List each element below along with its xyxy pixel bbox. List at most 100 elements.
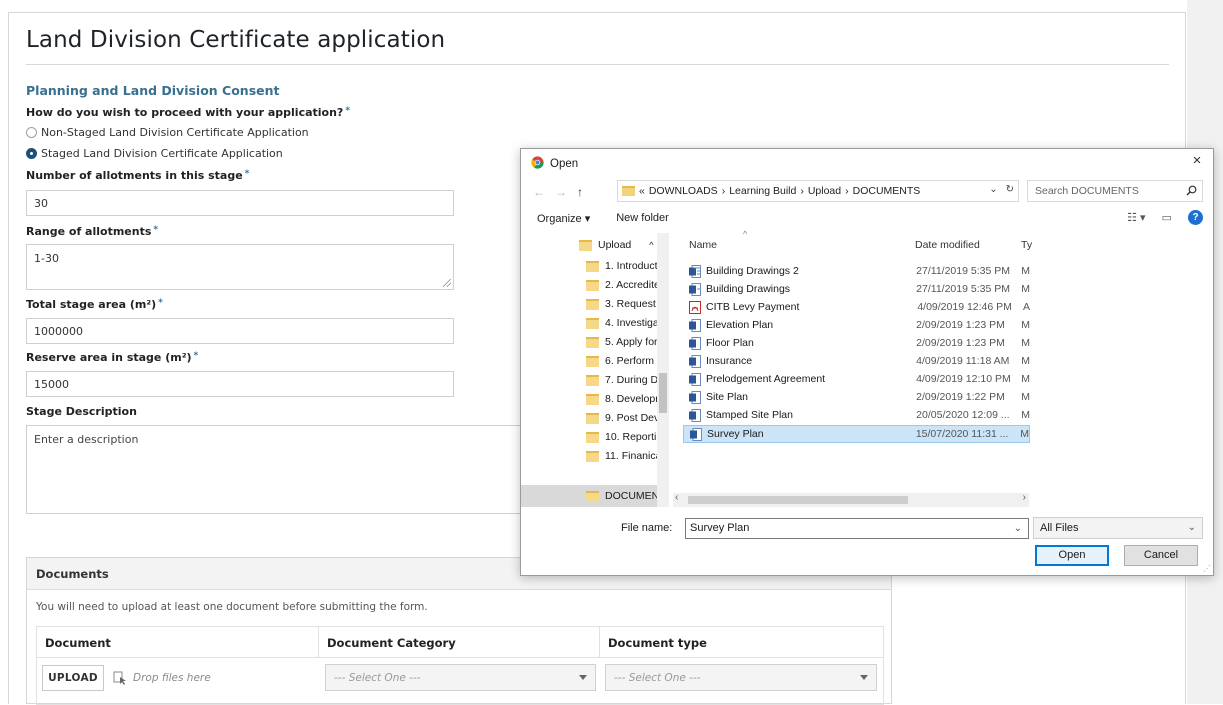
column-name[interactable]: Name: [689, 239, 717, 251]
up-arrow-icon[interactable]: ↑: [577, 185, 583, 199]
chevron-down-icon: [860, 675, 868, 680]
tree-item-folder[interactable]: 1. Introduct: [586, 260, 658, 272]
radio-staged[interactable]: Staged Land Division Certificate Applica…: [26, 147, 283, 160]
breadcrumb-learning-build[interactable]: Learning Build: [729, 185, 796, 197]
document-category-select[interactable]: --- Select One ---: [325, 664, 596, 691]
breadcrumb-documents[interactable]: DOCUMENTS: [853, 185, 921, 197]
file-type: M: [1021, 283, 1030, 295]
scrollbar-thumb[interactable]: [688, 496, 908, 504]
back-arrow-icon[interactable]: ←: [533, 185, 545, 199]
tree-item-folder[interactable]: 8. Developr: [586, 393, 659, 405]
total-area-label-text: Total stage area (m²): [26, 298, 157, 311]
tree-item-folder[interactable]: 11. Finanica: [586, 450, 661, 462]
scroll-left-icon[interactable]: ‹: [675, 492, 678, 503]
tree-item-label: 2. Accredite: [605, 279, 660, 291]
file-date: 27/11/2019 5:35 PM: [916, 265, 1010, 277]
file-row[interactable]: Building Drawings 27/11/2019 5:35 PM M: [683, 280, 1030, 298]
radio-label: Staged Land Division Certificate Applica…: [41, 147, 283, 160]
documents-help-text: You will need to upload at least one doc…: [36, 601, 428, 613]
search-input[interactable]: Search DOCUMENTS: [1027, 180, 1203, 202]
word-doc-icon: [689, 372, 701, 386]
description-textarea[interactable]: Enter a description: [26, 425, 526, 514]
scrollbar-thumb[interactable]: [659, 373, 667, 413]
view-options-icon[interactable]: ☷ ▾: [1127, 211, 1145, 224]
reserve-area-input[interactable]: 15000: [26, 371, 454, 397]
word-doc-icon: [689, 336, 701, 350]
help-icon[interactable]: ?: [1188, 210, 1203, 225]
organize-menu[interactable]: Organize ▾: [537, 212, 590, 225]
column-document-category: Document Category: [319, 627, 600, 658]
word-doc-icon: [690, 427, 702, 441]
file-row[interactable]: Elevation Plan 2/09/2019 1:23 PM M: [683, 316, 1030, 334]
tree-item-documents[interactable]: DOCUMEN: [586, 490, 659, 502]
file-date: 4/09/2019 11:18 AM: [916, 355, 1010, 367]
size-grip-icon[interactable]: ⋰: [1203, 564, 1211, 573]
chevron-down-icon[interactable]: ⌄: [1014, 523, 1022, 534]
word-doc-icon: [689, 318, 701, 332]
breadcrumb-sep: ›: [721, 185, 726, 197]
scroll-right-icon[interactable]: ›: [1023, 492, 1026, 503]
nav-arrows: ← → ↑: [533, 185, 583, 199]
range-textarea[interactable]: 1-30: [26, 244, 454, 290]
file-date: 2/09/2019 1:23 PM: [916, 337, 1005, 349]
tree-item-folder[interactable]: 9. Post Dev: [586, 412, 659, 424]
filetype-select[interactable]: All Files ⌄: [1033, 517, 1203, 539]
collapse-chevron-icon[interactable]: ^: [649, 240, 653, 250]
documents-table: Document Document Category Document type…: [36, 626, 884, 705]
tree-item-upload[interactable]: Upload ^: [579, 239, 654, 251]
range-value: 1-30: [34, 252, 59, 265]
document-type-select[interactable]: --- Select One ---: [605, 664, 877, 691]
reserve-area-label: Reserve area in stage (m²) *: [26, 351, 198, 364]
file-name: Elevation Plan: [706, 319, 774, 331]
file-row[interactable]: Stamped Site Plan 20/05/2020 12:09 ... M: [683, 406, 1030, 424]
file-row[interactable]: Floor Plan 2/09/2019 1:23 PM M: [683, 334, 1030, 352]
column-date-modified[interactable]: Date modified: [915, 239, 980, 251]
address-dropdown-icon[interactable]: ⌄: [989, 184, 997, 195]
file-type: M: [1021, 355, 1030, 367]
word-doc-icon: [689, 354, 701, 368]
drop-zone[interactable]: Drop files here: [109, 665, 309, 691]
page-title: Land Division Certificate application: [26, 27, 446, 53]
folder-icon: [586, 298, 599, 310]
tree-scrollbar[interactable]: [657, 233, 669, 507]
radio-button-checked[interactable]: [26, 148, 37, 159]
allotments-input[interactable]: 30: [26, 190, 454, 216]
folder-icon: [586, 279, 599, 291]
column-type[interactable]: Ty: [1021, 239, 1032, 251]
tree-item-folder[interactable]: 4. Investiga: [586, 317, 659, 329]
top-strip: [0, 0, 1223, 12]
breadcrumb-downloads[interactable]: DOWNLOADS: [649, 185, 718, 197]
file-row[interactable]: CITB Levy Payment 4/09/2019 12:46 PM A: [683, 298, 1030, 316]
tree-item-folder[interactable]: 2. Accredite: [586, 279, 660, 291]
title-divider: [26, 64, 1169, 65]
total-area-input[interactable]: 1000000: [26, 318, 454, 344]
forward-arrow-icon[interactable]: →: [555, 185, 567, 199]
radio-non-staged[interactable]: Non-Staged Land Division Certificate App…: [26, 126, 309, 139]
address-bar[interactable]: « DOWNLOADS › Learning Build › Upload › …: [617, 180, 1019, 202]
close-icon[interactable]: ×: [1189, 152, 1205, 170]
new-folder-button[interactable]: New folder: [616, 212, 669, 225]
tree-item-folder[interactable]: 10. Reportir: [586, 431, 660, 443]
open-button[interactable]: Open: [1035, 545, 1109, 566]
resize-grip-icon[interactable]: [443, 279, 451, 287]
file-date: 27/11/2019 5:35 PM: [916, 283, 1010, 295]
upload-button[interactable]: UPLOAD: [42, 665, 104, 691]
file-date: 2/09/2019 1:23 PM: [916, 319, 1005, 331]
filename-input[interactable]: Survey Plan ⌄: [685, 518, 1029, 539]
tree-item-folder[interactable]: 6. Perform: [586, 355, 654, 367]
tree-item-folder[interactable]: 3. Request I: [586, 298, 662, 310]
file-row[interactable]: Prelodgement Agreement 4/09/2019 12:10 P…: [683, 370, 1030, 388]
file-row[interactable]: Building Drawings 2 27/11/2019 5:35 PM M: [683, 262, 1030, 280]
proceed-question: How do you wish to proceed with your app…: [26, 106, 350, 119]
file-list-scrollbar[interactable]: ‹ ›: [673, 492, 1029, 507]
tree-item-folder[interactable]: 5. Apply for: [586, 336, 658, 348]
file-row-selected[interactable]: Survey Plan 15/07/2020 11:31 ... M: [683, 425, 1030, 443]
refresh-icon[interactable]: ↻: [1006, 184, 1014, 195]
breadcrumb-upload[interactable]: Upload: [808, 185, 841, 197]
preview-pane-icon[interactable]: ▭: [1162, 211, 1172, 224]
file-row[interactable]: Site Plan 2/09/2019 1:22 PM M: [683, 388, 1030, 406]
tree-item-folder[interactable]: 7. During D: [586, 374, 658, 386]
radio-button-unchecked[interactable]: [26, 127, 37, 138]
cancel-button[interactable]: Cancel: [1124, 545, 1198, 566]
file-row[interactable]: Insurance 4/09/2019 11:18 AM M: [683, 352, 1030, 370]
